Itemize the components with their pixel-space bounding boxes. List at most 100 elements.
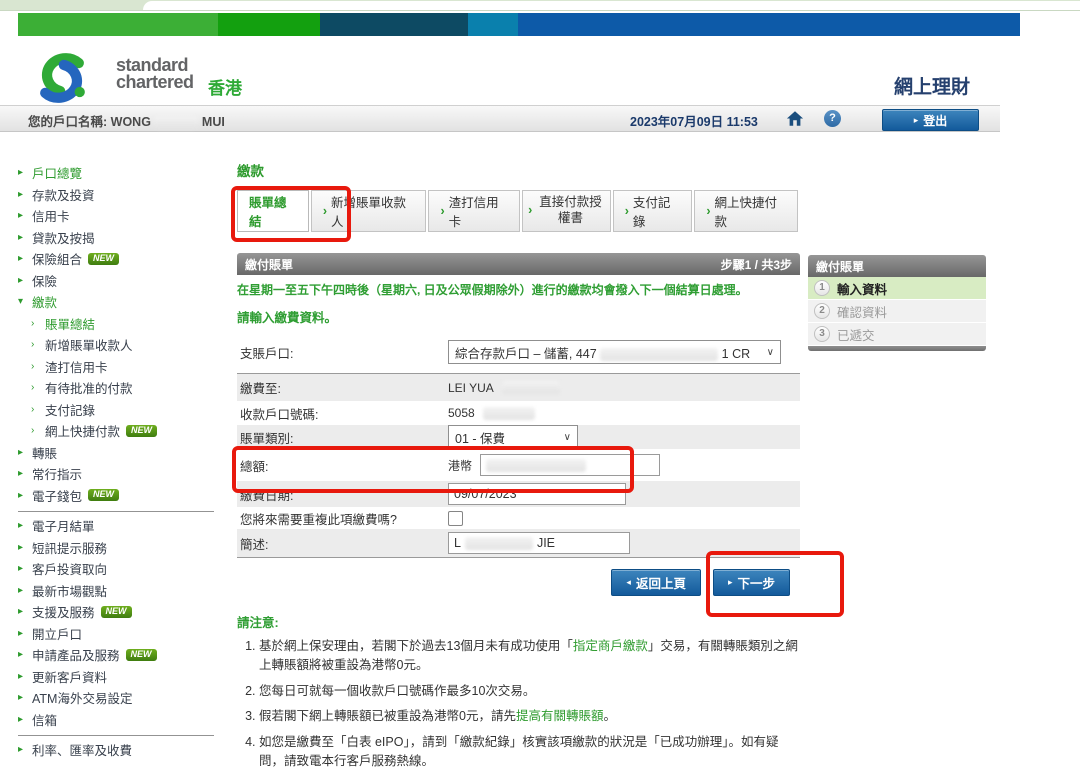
chevron-icon: ▸ <box>18 563 26 574</box>
browser-tab <box>143 1 1080 10</box>
button-row: ◂ 返回上頁 ▸ 下一步 <box>237 569 800 596</box>
tab[interactable]: › 直接付款授權書 <box>522 190 611 232</box>
home-icon[interactable] <box>786 110 804 127</box>
tab[interactable]: › 網上快捷付款 <box>694 190 798 232</box>
notes-list: 基於網上保安理由，若閣下於過去13個月未有成功使用「指定商戶繳款」交易，有關轉賬… <box>237 637 800 771</box>
form-row: 賬單類別: 01 - 保費 ∨ <box>237 425 800 449</box>
page-title: 繳款 <box>237 160 800 178</box>
form-row: 繳費至: LEI YUA <box>237 373 800 401</box>
sidebar-item[interactable]: ▸ 支援及服務 NEW <box>18 601 226 623</box>
new-badge: NEW <box>88 253 119 265</box>
sidebar-item[interactable]: ▸ 電子錢包 NEW <box>18 485 226 507</box>
chevron-icon: ▸ <box>18 253 26 264</box>
tab[interactable]: › 新增賬單收款人 <box>311 190 427 232</box>
recurring-checkbox[interactable] <box>448 511 463 526</box>
note-item: 您每日可就每一個收款戶口號碼作最多10次交易。 <box>259 682 800 701</box>
sidebar-item[interactable]: ▸ 信箱 <box>18 709 226 731</box>
form-intro: 請輸入繳費資料。 <box>237 308 800 328</box>
sidebar-item[interactable]: ▸ 存款及投資 <box>18 184 226 206</box>
help-icon[interactable]: ? <box>824 110 841 127</box>
chevron-icon: › <box>31 339 39 350</box>
chevron-icon: ▸ <box>18 714 26 725</box>
form-row: 總額: 港幣 <box>237 449 800 481</box>
description-input[interactable]: L JIE <box>448 532 630 554</box>
chevron-icon: ▸ <box>18 628 26 639</box>
note-link[interactable]: 提高有關轉賬額 <box>516 709 604 723</box>
sidebar-item[interactable]: ▸ 更新客戶資料 <box>18 666 226 688</box>
debit-account-select[interactable]: 綜合存款戶口 – 儲蓄, 447 1 CR ∨ <box>448 340 781 364</box>
tab[interactable]: 賬單總結 <box>237 190 309 232</box>
steps-list: 1 輸入資料 2 確認資料 3 已遞交 <box>808 277 986 346</box>
banner-segment <box>218 13 320 36</box>
chevron-down-icon: ∨ <box>767 347 774 358</box>
chevron-icon: ▸ <box>18 189 26 200</box>
chevron-icon: ▸ <box>18 232 26 243</box>
sidebar-item[interactable]: ▸ 最新市場觀點 <box>18 580 226 602</box>
steps-panel: 繳付賬單 1 輸入資料 2 確認資料 3 已遞交 <box>808 255 986 351</box>
sidebar-item[interactable]: ▸ 開立戶口 <box>18 623 226 645</box>
chevron-icon: ▸ <box>18 692 26 703</box>
bill-type-select[interactable]: 01 - 保費 ∨ <box>448 425 578 449</box>
sidebar-item[interactable]: ▸ 保險 <box>18 270 226 292</box>
user-bar: 您的戶口名稱: WONG MUI 2023年07月09日 11:53 ? ▸ 登… <box>0 105 1000 132</box>
banner-segment <box>320 13 468 36</box>
tab-bar: 賬單總結 › 新增賬單收款人 › 渣打信用卡 › 直接付款授權書 › 支付記錄 <box>237 190 800 232</box>
form-separator <box>237 557 800 558</box>
sidebar-menu: ▸ 戶口總覽 ▸ 存款及投資 ▸ 信用卡 ▸ 貸款及按揭 ▸ 保險組合 NEW <box>18 162 226 761</box>
sidebar-item[interactable]: › 有待批准的付款 <box>18 377 226 399</box>
tab[interactable]: › 渣打信用卡 <box>428 190 520 232</box>
sidebar-item[interactable]: ▸ 常行指示 <box>18 463 226 485</box>
sidebar-item[interactable]: ▸ 信用卡 <box>18 205 226 227</box>
sidebar-item[interactable]: ▸ 電子月結單 <box>18 515 226 537</box>
next-button[interactable]: ▸ 下一步 <box>713 569 790 596</box>
sidebar-item[interactable]: ▸ 貸款及按揭 <box>18 227 226 249</box>
sidebar-item[interactable]: ▸ 短訊提示服務 <box>18 537 226 559</box>
sidebar-item[interactable]: ▸ 申請產品及服務 NEW <box>18 644 226 666</box>
chevron-icon: ▸ <box>18 275 26 286</box>
browser-strip <box>0 0 1080 11</box>
chevron-icon: ▸ <box>18 744 26 755</box>
sidebar-item[interactable]: ▸ 利率、匯率及收費 <box>18 739 226 761</box>
note-item: 如您是繳費至「白表 eIPO」，請到「繳款紀錄」核實該項繳款的狀況是「已成功辦理… <box>259 733 800 771</box>
new-badge: NEW <box>101 606 132 618</box>
sidebar-item[interactable]: › 渣打信用卡 <box>18 356 226 378</box>
main-content: 繳款 賬單總結 › 新增賬單收款人 › 渣打信用卡 › 直接付款授權書 <box>237 160 800 778</box>
payment-date-input[interactable]: 09/07/2023 <box>448 483 626 505</box>
notes-title: 請注意: <box>237 612 800 631</box>
logout-button[interactable]: ▸ 登出 <box>882 109 979 131</box>
banner-segment <box>518 13 1020 36</box>
sidebar-item[interactable]: › 新增賬單收款人 <box>18 334 226 356</box>
sidebar-item[interactable]: ▸ 轉賬 <box>18 442 226 464</box>
sidebar-item[interactable]: ▸ 客戶投資取向 <box>18 558 226 580</box>
back-button[interactable]: ◂ 返回上頁 <box>611 569 701 596</box>
chevron-icon: › <box>625 204 629 218</box>
chevron-icon: ▸ <box>18 490 26 501</box>
arrow-right-icon: ▸ <box>728 577 733 588</box>
redaction <box>600 348 718 361</box>
tab[interactable]: › 支付記錄 <box>613 190 693 232</box>
chevron-icon: ▸ <box>18 671 26 682</box>
chevron-icon: ▸ <box>18 447 26 458</box>
sidebar-item[interactable]: › 網上快捷付款 NEW <box>18 420 226 442</box>
sidebar-divider <box>18 735 214 736</box>
sidebar-item[interactable]: ▸ 戶口總覽 <box>18 162 226 184</box>
banner-segment <box>18 13 218 36</box>
chevron-icon: ▸ <box>18 167 26 178</box>
datetime: 2023年07月09日 11:53 <box>630 111 758 130</box>
sidebar-item[interactable]: › 賬單總結 <box>18 313 226 335</box>
chevron-icon: ▾ <box>18 296 26 307</box>
amount-input[interactable] <box>480 454 660 476</box>
sidebar-item[interactable]: ▸ ATM海外交易設定 <box>18 687 226 709</box>
chevron-icon: ▸ <box>18 210 26 221</box>
banner-segment <box>468 13 518 36</box>
payee-name: LEI YUA <box>448 381 494 395</box>
step-indicator: 步驟1 / 共3步 <box>721 256 792 273</box>
portal-title: 網上理財 <box>894 72 970 99</box>
note-link[interactable]: 指定商戶繳款 <box>573 639 648 653</box>
sidebar-item[interactable]: › 支付記錄 <box>18 399 226 421</box>
sidebar-item[interactable]: ▸ 保險組合 NEW <box>18 248 226 270</box>
sidebar-item[interactable]: ▾ 繳款 <box>18 291 226 313</box>
step-row: 3 已遞交 <box>808 323 986 346</box>
form-row: 收款戶口號碼: 5058 <box>237 401 800 425</box>
sidebar-divider <box>18 511 214 512</box>
